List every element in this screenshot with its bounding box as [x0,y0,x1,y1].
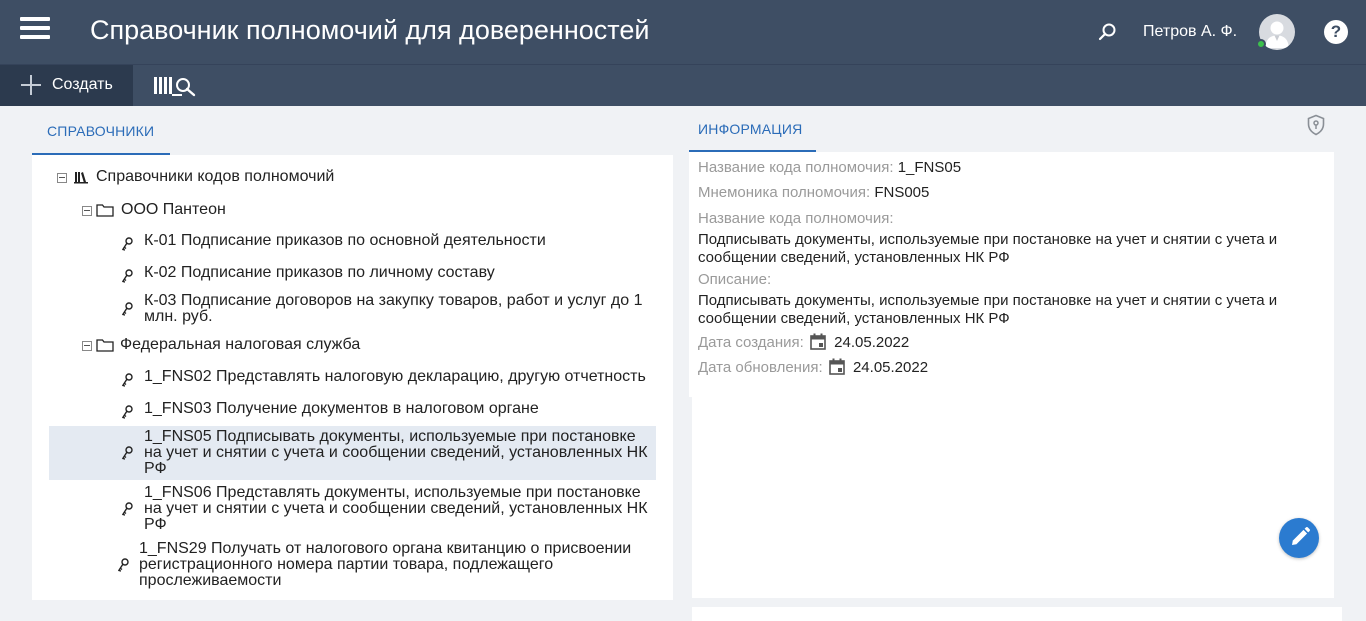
tree-item-label: К-01 Подписание приказов по основной дея… [144,232,546,249]
description-label-row: Описание: [698,271,771,288]
tree-item-label: прослеживаемости [139,572,282,589]
right-tabbar: ИНФОРМАЦИЯ [689,106,1334,152]
tree-item[interactable]: К-03 Подписание договоров на закупку тов… [120,292,660,326]
key-icon [121,446,133,460]
left-tabbar: СПРАВОЧНИКИ [32,106,673,155]
tree-item-label: К-02 Подписание приказов по личному сост… [144,264,495,281]
tree-item-label: 1_FNS03 Получение документов в налоговом… [144,400,539,417]
tree-item-label: на учет и снятии с учета и сообщении све… [144,444,648,461]
edit-button[interactable] [1279,518,1319,558]
collapse-toggle[interactable] [82,341,92,351]
tree-folder-label: ООО Пантеон [121,201,226,218]
updated-value: 24.05.2022 [852,359,929,376]
mnemonic-value: FNS005 [874,184,930,201]
tree-item-label: 1_FNS29 Получать от налогового органа кв… [139,540,632,557]
tree-item[interactable]: 1_FNS06 Представлять документы, использу… [120,484,660,534]
help-icon[interactable]: ? [1324,20,1348,44]
updated-label: Дата обновления: [698,359,823,376]
name-value: Подписывать документы, используемые при … [698,231,1328,267]
footer-strip [692,607,1342,621]
name-value-line: Подписывать документы, используемые при … [698,231,1278,248]
tree-item-label: РФ [144,460,167,477]
mnemonic-row: Мнемоника полномочия: FNS005 [698,184,929,201]
tree-item-label: млн. руб. [144,308,213,325]
name-value-line: сообщении сведений, установленных НК РФ [698,249,1010,266]
description-value-line: сообщении сведений, установленных НК РФ [698,310,1010,327]
calendar-icon [828,358,845,375]
user-name[interactable]: Петров А. Ф. [1143,23,1237,41]
updated-row: Дата обновления: 24.05.2022 [698,358,928,376]
directory-tree: Справочники кодов полномочий ООО Пантеон… [32,155,673,600]
search-icon[interactable] [1098,22,1118,42]
tree-root[interactable]: Справочники кодов полномочий [56,168,456,188]
key-icon [121,502,133,516]
app-header: Справочник полномочий для доверенностей … [0,0,1366,64]
tree-item[interactable]: К-01 Подписание приказов по основной дея… [120,232,660,254]
tree-folder[interactable]: Федеральная налоговая служба [82,336,482,356]
tree-item-label: 1_FNS05 Подписывать документы, используе… [144,428,636,445]
tree-item[interactable]: К-02 Подписание приказов по личному сост… [120,264,660,286]
tree-item-label: РФ [144,516,167,533]
folder-icon [96,204,114,217]
key-icon [121,269,133,283]
books-icon [74,172,88,184]
description-label: Описание: [698,271,772,288]
online-status-indicator [1256,39,1266,49]
name-label-row: Название кода полномочия: [698,210,894,227]
shield-icon[interactable] [1306,114,1326,136]
tab-information[interactable]: ИНФОРМАЦИЯ [689,106,816,152]
tree-item-label: К-03 Подписание договоров на закупку тов… [144,292,643,309]
tree-item[interactable]: 1_FNS03 Получение документов в налоговом… [120,400,660,422]
tree-folder[interactable]: ООО Пантеон [82,201,482,221]
folder-icon [96,339,114,352]
tab-directories-label: СПРАВОЧНИКИ [47,123,155,139]
info-panel-lower [692,396,1334,598]
menu-icon[interactable] [20,17,50,41]
create-button[interactable]: Создать [0,65,133,106]
key-icon [121,373,133,387]
name-label: Название кода полномочия: [698,210,894,227]
tab-directories[interactable]: СПРАВОЧНИКИ [32,106,170,155]
key-icon [121,237,133,251]
tree-folder-label: Федеральная налоговая служба [120,336,361,353]
library-search-icon[interactable] [152,73,198,99]
description-value-line: Подписывать документы, используемые при … [698,292,1278,309]
plus-icon [21,75,41,95]
description-value: Подписывать документы, используемые при … [698,292,1328,328]
toolbar: Создать [0,64,1366,106]
created-row: Дата создания: 24.05.2022 [698,333,909,351]
collapse-toggle[interactable] [57,173,67,183]
tree-item-label: 1_FNS02 Представлять налоговую деклараци… [144,368,646,385]
tree-root-label: Справочники кодов полномочий [96,168,335,185]
collapse-toggle[interactable] [82,206,92,216]
tree-item-label: регистрационного номера партии товара, п… [139,556,554,573]
tree-item[interactable]: 1_FNS02 Представлять налоговую деклараци… [120,368,660,390]
tree-item[interactable]: 1_FNS29 Получать от налогового органа кв… [116,540,656,590]
key-icon [121,302,133,316]
tab-information-label: ИНФОРМАЦИЯ [698,121,803,137]
key-icon [121,405,133,419]
code-name-row: Название кода полномочия: 1_FNS05 [698,159,961,176]
code-name-label: Название кода полномочия: [698,159,894,176]
page-title: Справочник полномочий для доверенностей [90,15,650,45]
key-icon [117,558,129,572]
create-button-label: Создать [52,76,113,93]
calendar-icon [810,333,826,350]
mnemonic-label: Мнемоника полномочия: [698,184,871,201]
pencil-icon [1292,527,1310,545]
code-name-value: 1_FNS05 [897,159,962,176]
tree-item-selected[interactable]: 1_FNS05 Подписывать документы, используе… [49,426,656,480]
tree-item-label: 1_FNS06 Представлять документы, использу… [144,484,641,501]
tree-item-label: на учет и снятии с учета и сообщении све… [144,500,648,517]
created-label: Дата создания: [698,334,804,351]
created-value: 24.05.2022 [834,334,910,351]
